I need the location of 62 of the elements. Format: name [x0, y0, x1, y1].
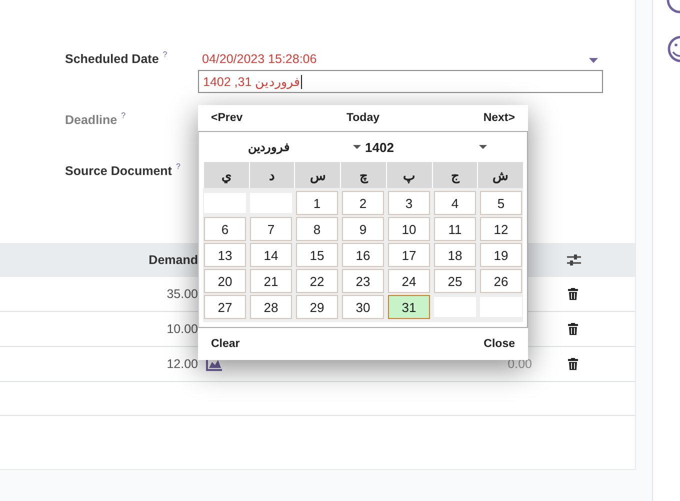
chart-icon[interactable]	[206, 358, 222, 370]
help-tooltip-mark[interactable]: ?	[121, 111, 126, 120]
round-icon[interactable]	[666, 0, 680, 14]
year-select[interactable]: 1402	[365, 140, 394, 154]
weekday-header: ج	[432, 162, 478, 188]
table-cell-text: 10.00	[166, 322, 198, 336]
close-button[interactable]: Close	[484, 338, 515, 350]
day-cell[interactable]: 16	[342, 243, 384, 267]
day-cell[interactable]: 4	[434, 191, 476, 215]
day-cell[interactable]: 13	[204, 243, 246, 267]
help-tooltip-mark[interactable]: ?	[162, 50, 168, 59]
field-label: Scheduled Date	[65, 52, 159, 66]
column-settings-icon[interactable]	[567, 254, 581, 266]
day-cell[interactable]: 5	[480, 191, 522, 215]
day-cell[interactable]: 22	[296, 269, 338, 293]
table-cell-text: 35.00	[166, 287, 198, 301]
day-cell[interactable]: 11	[434, 217, 476, 241]
day-cell[interactable]: 27	[204, 295, 246, 319]
day-cell[interactable]: 21	[250, 269, 292, 293]
field-label: Source Document	[65, 164, 172, 178]
day-cell[interactable]: 2	[342, 191, 384, 215]
field-label: Deadline	[65, 113, 118, 127]
day-cell[interactable]: 6	[204, 217, 246, 241]
day-cell[interactable]: 14	[250, 243, 292, 267]
day-cell[interactable]: 10	[388, 217, 430, 241]
weekday-header: د	[248, 162, 294, 188]
day-cell[interactable]: 18	[434, 243, 476, 267]
day-cell[interactable]: 23	[342, 269, 384, 293]
day-cell[interactable]: 26	[480, 269, 522, 293]
day-cell[interactable]: 12	[480, 217, 522, 241]
column-header[interactable]: Demand	[0, 253, 198, 267]
day-cell[interactable]: 19	[480, 243, 522, 267]
day-cell[interactable]: 9	[342, 217, 384, 241]
date-input-field[interactable]: فروردین 31, 1402	[198, 70, 603, 93]
day-cell[interactable]: 28	[250, 295, 292, 319]
trash-icon[interactable]	[568, 358, 578, 370]
month-select[interactable]: فروردین	[248, 140, 353, 154]
clear-button[interactable]: Clear	[211, 338, 240, 350]
prev-link[interactable]: <Prev	[211, 112, 243, 124]
date-value[interactable]: 04/20/2023 15:28:06	[202, 52, 317, 66]
trash-icon[interactable]	[568, 288, 578, 300]
trash-icon[interactable]	[568, 323, 578, 335]
day-cell[interactable]: 7	[250, 217, 292, 241]
today-link[interactable]: Today	[346, 112, 380, 124]
day-cell[interactable]: 20	[204, 269, 246, 293]
day-cell[interactable]: 15	[296, 243, 338, 267]
caret-icon[interactable]	[589, 58, 598, 63]
next-link[interactable]: Next>	[483, 112, 515, 124]
help-tooltip-mark[interactable]: ?	[176, 162, 180, 171]
day-cell[interactable]: 24	[388, 269, 430, 293]
day-cell[interactable]: 1	[296, 191, 338, 215]
smiley-icon[interactable]	[666, 35, 680, 63]
day-cell[interactable]: 8	[296, 217, 338, 241]
day-cell[interactable]: 25	[434, 269, 476, 293]
table-cell-text: 12.00	[166, 357, 198, 371]
day-cell[interactable]: 17	[388, 243, 430, 267]
day-cell[interactable]: 29	[296, 295, 338, 319]
day-cell[interactable]: 3	[388, 191, 430, 215]
day-cell[interactable]: 30	[342, 295, 384, 319]
day-cell[interactable]: 31	[388, 295, 430, 319]
caret-icon[interactable]	[478, 145, 487, 149]
caret-icon[interactable]	[353, 145, 361, 149]
